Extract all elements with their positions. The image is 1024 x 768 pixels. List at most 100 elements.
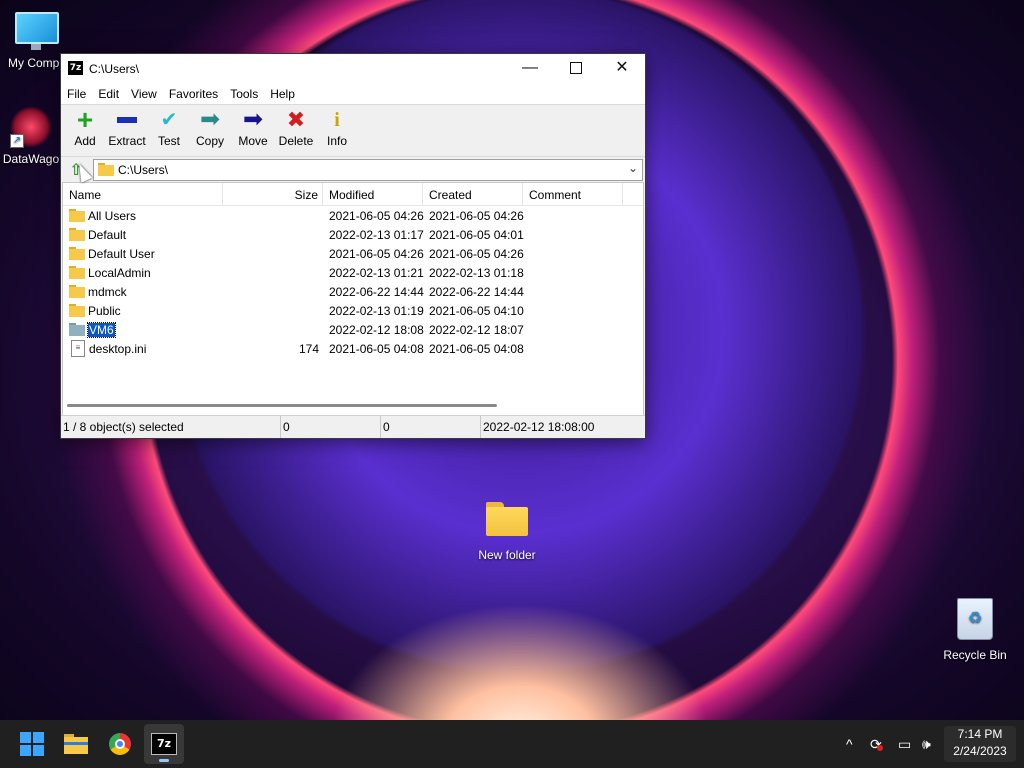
menu-tools[interactable]: Tools xyxy=(230,84,264,104)
item-name: VM6 xyxy=(87,321,116,338)
folder-icon xyxy=(69,304,85,317)
recycle-bin-icon: ♻ xyxy=(957,598,993,640)
maximize-button[interactable] xyxy=(553,54,599,84)
column-header-name[interactable]: Name xyxy=(63,183,223,205)
taskbar: 7z ^ ⟳ ▭ 🕪 7:14 PM 2/24/2023 xyxy=(0,720,1024,768)
menu-favorites[interactable]: Favorites xyxy=(169,84,224,104)
status-bar: 1 / 8 object(s) selected 0 0 2022-02-12 … xyxy=(61,415,645,438)
sync-icon[interactable]: ⟳ xyxy=(870,720,883,768)
menu-view[interactable]: View xyxy=(131,84,163,104)
file-explorer-icon xyxy=(64,734,88,754)
volume-icon[interactable]: 🕪 xyxy=(922,720,931,768)
desktop-icon-label: DataWago xyxy=(2,152,60,166)
item-modified: 2022-02-13 01:21 xyxy=(329,265,424,280)
copy-label: Copy xyxy=(195,134,224,148)
sevenzip-app-icon: 7z xyxy=(68,61,83,75)
item-created: 2021-06-05 04:10 xyxy=(429,303,524,318)
address-combobox[interactable]: C:\Users\ ⌄ xyxy=(93,159,643,181)
chrome-icon xyxy=(109,733,131,755)
desktop-icon-label: Recycle Bin xyxy=(943,648,1007,662)
item-created: 2021-06-05 04:08 xyxy=(429,341,524,356)
item-name: Public xyxy=(88,303,121,318)
address-path: C:\Users\ xyxy=(118,163,169,177)
close-button[interactable]: ✕ xyxy=(599,54,645,84)
item-name: Default xyxy=(88,227,127,242)
windows-logo-icon xyxy=(20,732,44,756)
item-created: 2021-06-05 04:01 xyxy=(429,227,524,242)
item-size: 174 xyxy=(298,341,319,356)
item-name: desktop.ini xyxy=(89,341,147,356)
folder-icon xyxy=(69,209,85,222)
item-created: 2021-06-05 04:26 xyxy=(429,246,524,261)
item-modified: 2021-06-05 04:26 xyxy=(329,246,424,261)
sevenzip-window: 7z C:\Users\ — ✕ File Edit View Favorite… xyxy=(60,53,646,439)
delete-button[interactable]: ✖ Delete xyxy=(274,105,318,156)
delete-label: Delete xyxy=(278,134,314,148)
list-item[interactable]: ≡ desktop.ini 174 2021-06-05 04:08 2021-0… xyxy=(63,339,643,358)
copy-button[interactable]: ➡ Copy xyxy=(188,105,232,156)
add-button[interactable]: + Add xyxy=(65,105,105,156)
plus-icon: + xyxy=(76,104,94,135)
item-created: 2021-06-05 04:26 xyxy=(429,208,524,223)
minimize-button[interactable]: — xyxy=(507,54,553,84)
item-modified: 2022-02-12 18:08 xyxy=(329,322,424,337)
shortcut-arrow-icon: ↗ xyxy=(10,134,24,148)
column-header-created[interactable]: Created xyxy=(423,183,523,205)
list-item-selected[interactable]: VM6 2022-02-12 18:08 2022-02-12 18:07 xyxy=(63,320,643,339)
list-item[interactable]: Default User 2021-06-05 04:26 2021-06-05… xyxy=(63,244,643,263)
file-list[interactable]: Name Size Modified Created Comment All U… xyxy=(62,182,644,416)
desktop-icon-datawago[interactable]: ↗ DataWago xyxy=(0,106,62,166)
x-icon: ✖ xyxy=(286,107,306,132)
folder-icon xyxy=(98,163,114,176)
test-label: Test xyxy=(157,134,180,148)
column-header-comment[interactable]: Comment xyxy=(523,183,623,205)
menu-file[interactable]: File xyxy=(67,84,92,104)
extract-button[interactable]: Extract xyxy=(104,105,150,156)
datawago-icon: ↗ xyxy=(10,106,52,148)
move-button[interactable]: ➡ Move xyxy=(231,105,275,156)
horizontal-scrollbar[interactable] xyxy=(67,404,497,407)
item-modified: 2021-06-05 04:08 xyxy=(329,341,424,356)
folder-icon xyxy=(486,502,528,536)
status-selection: 1 / 8 object(s) selected xyxy=(61,416,281,438)
clock[interactable]: 7:14 PM 2/24/2023 xyxy=(944,726,1016,762)
item-modified: 2022-06-22 14:44 xyxy=(329,284,424,299)
menu-help[interactable]: Help xyxy=(270,84,301,104)
desktop-icon-new-folder[interactable]: New folder xyxy=(472,502,542,562)
info-label: Info xyxy=(326,134,347,148)
file-icon: ≡ xyxy=(71,340,85,357)
folder-icon xyxy=(69,323,85,336)
item-modified: 2022-02-13 01:17 xyxy=(329,227,424,242)
list-item[interactable]: Public 2022-02-13 01:19 2021-06-05 04:10 xyxy=(63,301,643,320)
column-header-size[interactable]: Size xyxy=(223,183,323,205)
move-label: Move xyxy=(238,134,268,148)
chevron-down-icon[interactable]: ⌄ xyxy=(628,161,638,175)
list-item[interactable]: mdmck 2022-06-22 14:44 2022-06-22 14:44 xyxy=(63,282,643,301)
item-created: 2022-06-22 14:44 xyxy=(429,284,524,299)
title-bar[interactable]: 7z C:\Users\ — ✕ xyxy=(61,54,645,84)
desktop-icon-label: New folder xyxy=(478,548,536,562)
info-icon: i xyxy=(334,109,340,131)
status-packed: 0 xyxy=(381,416,481,438)
tray-overflow-chevron[interactable]: ^ xyxy=(846,720,853,768)
list-item[interactable]: LocalAdmin 2022-02-13 01:21 2022-02-13 0… xyxy=(63,263,643,282)
status-modified: 2022-02-12 18:08:00 xyxy=(483,420,595,434)
taskbar-chrome[interactable] xyxy=(100,724,140,764)
monitor-icon xyxy=(15,12,59,50)
desktop-icon-recycle-bin[interactable]: ♻ Recycle Bin xyxy=(940,598,1010,662)
start-button[interactable] xyxy=(12,724,52,764)
item-name: LocalAdmin xyxy=(88,265,151,280)
item-created: 2022-02-13 01:18 xyxy=(429,265,524,280)
info-button[interactable]: i Info xyxy=(317,105,357,156)
test-button[interactable]: ✔ Test xyxy=(149,105,189,156)
network-icon[interactable]: ▭ xyxy=(898,720,911,768)
taskbar-file-explorer[interactable] xyxy=(56,724,96,764)
taskbar-7zip[interactable]: 7z xyxy=(144,724,184,764)
check-icon: ✔ xyxy=(160,109,178,131)
column-header-modified[interactable]: Modified xyxy=(323,183,423,205)
item-modified: 2022-02-13 01:19 xyxy=(329,303,424,318)
status-size: 0 xyxy=(281,416,381,438)
list-item[interactable]: Default 2022-02-13 01:17 2021-06-05 04:0… xyxy=(63,225,643,244)
menu-edit[interactable]: Edit xyxy=(98,84,125,104)
list-item[interactable]: All Users 2021-06-05 04:26 2021-06-05 04… xyxy=(63,206,643,225)
